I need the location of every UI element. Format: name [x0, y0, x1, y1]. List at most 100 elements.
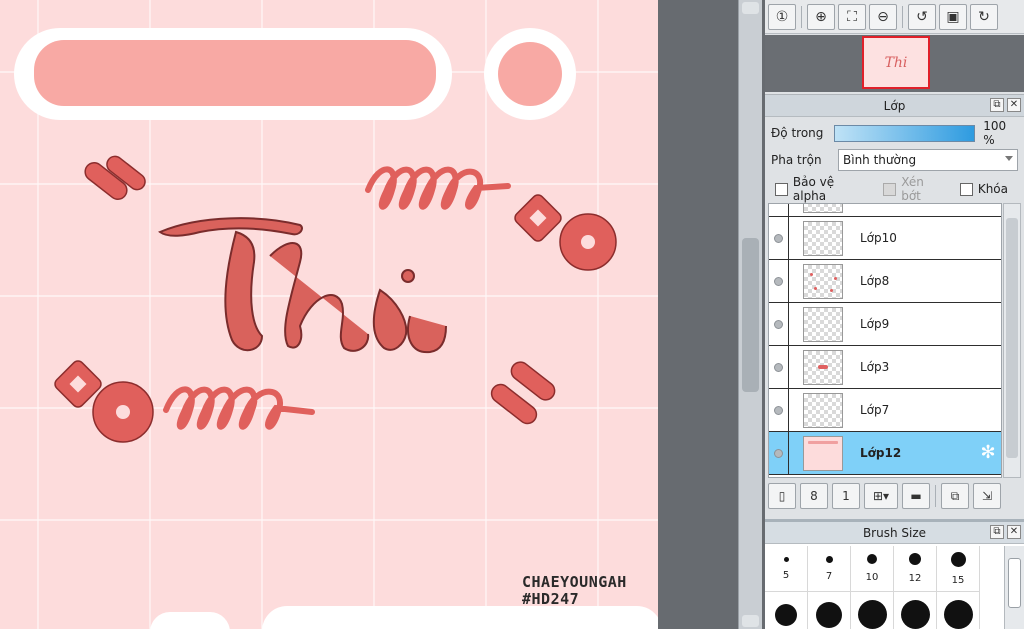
brush-size-option[interactable]: 10 [851, 546, 894, 592]
lock-checkbox[interactable]: Khóa [959, 182, 1008, 196]
zoom-out-icon[interactable]: ⊖ [869, 3, 897, 30]
navigator-preview[interactable]: Thi [765, 35, 1024, 92]
opacity-slider[interactable] [834, 124, 976, 142]
signature-text: CHAEYOUNGAH #HD247 [522, 574, 627, 608]
visibility-toggle[interactable] [769, 204, 789, 217]
brush-size-option[interactable] [894, 592, 937, 629]
layer-thumbnail [803, 263, 843, 299]
brush-dot [825, 555, 833, 563]
protect-alpha-checkbox[interactable]: Bảo vệ alpha [775, 175, 870, 203]
opacity-value: 100 % [983, 119, 1007, 147]
new-1bit-layer-icon[interactable]: 1 [832, 483, 860, 509]
brush-dot [867, 554, 877, 564]
brush-panel-scrollbar[interactable] [1004, 546, 1024, 629]
close-icon[interactable]: ✕ [1007, 525, 1021, 539]
rotate-right-icon[interactable]: ↻ [970, 3, 998, 30]
layer-toolbar: ▯ 8 1 ⊞▾ ▬ ⧉ ⇲ [768, 481, 1021, 511]
brush-size-option[interactable] [808, 592, 851, 629]
visibility-toggle[interactable] [769, 259, 789, 303]
app-window: CHAEYOUNGAH #HD247 ① ⊕ ⛶ ⊖ ↺ ▣ ↻ Thi Lớp… [0, 0, 1024, 629]
scroll-up-cap[interactable] [742, 2, 759, 14]
checkbox-box[interactable] [959, 182, 973, 196]
scroll-down-cap[interactable] [742, 615, 759, 627]
brush-size-option[interactable] [937, 592, 980, 629]
brush-size-option[interactable]: 12 [894, 546, 937, 592]
brush-dot [783, 556, 789, 562]
eye-icon [774, 276, 783, 286]
fullscreen-icon[interactable]: ▣ [939, 3, 967, 30]
scrollbar-thumb[interactable] [1006, 218, 1018, 458]
close-icon[interactable]: ✕ [1007, 98, 1021, 112]
layer-name: Lớp8 [860, 274, 890, 288]
brush-size-option[interactable]: 5 [765, 546, 808, 592]
layer-name: Lớp10 [860, 231, 897, 245]
layer-list[interactable]: Lớp10 Lớp8 Lớp9 Lớp3 Lớp7 Lớp12 ✻ [768, 203, 1002, 478]
checkbox-box[interactable] [883, 182, 897, 196]
undock-icon[interactable]: ⧉ [990, 525, 1004, 539]
brush-size-label: 15 [951, 574, 965, 586]
drawing-canvas[interactable]: CHAEYOUNGAH #HD247 [0, 0, 658, 629]
layer-name: Lớp12 [860, 446, 902, 460]
toolbar-separator [902, 5, 903, 28]
layer-name: Lớp3 [860, 360, 890, 374]
layer-row-selected[interactable]: Lớp12 ✻ [769, 431, 1001, 475]
brush-dot [943, 600, 973, 629]
zoom-actual-icon[interactable]: ① [768, 3, 796, 30]
visibility-toggle[interactable] [769, 345, 789, 389]
brush-size-option[interactable] [765, 592, 808, 629]
brush-size-label: 7 [825, 570, 833, 582]
brush-dot [900, 600, 930, 629]
gear-icon[interactable]: ✻ [978, 443, 998, 463]
eye-icon [774, 319, 783, 329]
layer-thumbnail [803, 204, 843, 213]
visibility-toggle[interactable] [769, 216, 789, 260]
merge-down-icon[interactable]: ⇲ [973, 483, 1001, 509]
brush-dot [816, 601, 842, 628]
brush-panel-header: Brush Size ⧉ ✕ [765, 522, 1024, 544]
brush-size-label: 12 [908, 573, 922, 584]
folder-icon[interactable]: ▬ [902, 483, 930, 509]
layer-row[interactable]: Lớp9 [769, 302, 1001, 346]
new-layer-icon[interactable]: ▯ [768, 483, 796, 509]
fit-window-icon[interactable]: ⛶ [838, 3, 866, 30]
layer-row[interactable]: Lớp8 [769, 259, 1001, 303]
layer-list-scrollbar[interactable] [1003, 203, 1021, 478]
zoom-in-icon[interactable]: ⊕ [807, 3, 835, 30]
add-layer-dropdown-icon[interactable]: ⊞▾ [864, 483, 898, 509]
new-8bit-layer-icon[interactable]: 8 [800, 483, 828, 509]
layer-thumbnail [803, 220, 843, 256]
scrollbar-thumb[interactable] [1008, 558, 1021, 608]
brush-size-grid: 5 7 10 12 15 [765, 546, 1003, 629]
clipping-checkbox[interactable]: Xén bớt [883, 175, 947, 203]
canvas-area[interactable]: CHAEYOUNGAH #HD247 [0, 0, 660, 629]
scrollbar-thumb[interactable] [742, 238, 759, 392]
eye-icon [774, 233, 783, 243]
canvas-scrollbar[interactable] [738, 0, 762, 629]
brush-size-option[interactable]: 15 [937, 546, 980, 592]
visibility-toggle[interactable] [769, 431, 789, 475]
layer-row[interactable]: Lớp3 [769, 345, 1001, 389]
eye-icon [774, 362, 783, 372]
layer-row[interactable]: Lớp7 [769, 388, 1001, 432]
checkbox-box[interactable] [775, 182, 788, 196]
toolbar-separator [935, 485, 936, 507]
navigator-thumbnail[interactable]: Thi [862, 36, 930, 89]
visibility-toggle[interactable] [769, 388, 789, 432]
layer-panel-title: Lớp [883, 98, 906, 113]
brush-panel-title: Brush Size [862, 525, 927, 540]
blend-row: Pha trộn Bình thường [771, 149, 1021, 171]
blend-mode-select[interactable]: Bình thường [838, 149, 1018, 171]
undock-icon[interactable]: ⧉ [990, 98, 1004, 112]
rotate-left-icon[interactable]: ↺ [908, 3, 936, 30]
layer-row[interactable]: Lớp10 [769, 216, 1001, 260]
layer-options: Bảo vệ alpha Xén bớt Khóa [775, 175, 1021, 203]
brush-size-option[interactable]: 7 [808, 546, 851, 592]
visibility-toggle[interactable] [769, 302, 789, 346]
brush-size-label: 5 [782, 569, 790, 581]
layer-row-partial[interactable] [769, 204, 1001, 217]
brush-dot [909, 553, 921, 565]
clipping-label: Xén bớt [901, 175, 924, 203]
brush-size-option[interactable] [851, 592, 894, 629]
brush-dot [950, 551, 966, 567]
duplicate-layer-icon[interactable]: ⧉ [941, 483, 969, 509]
